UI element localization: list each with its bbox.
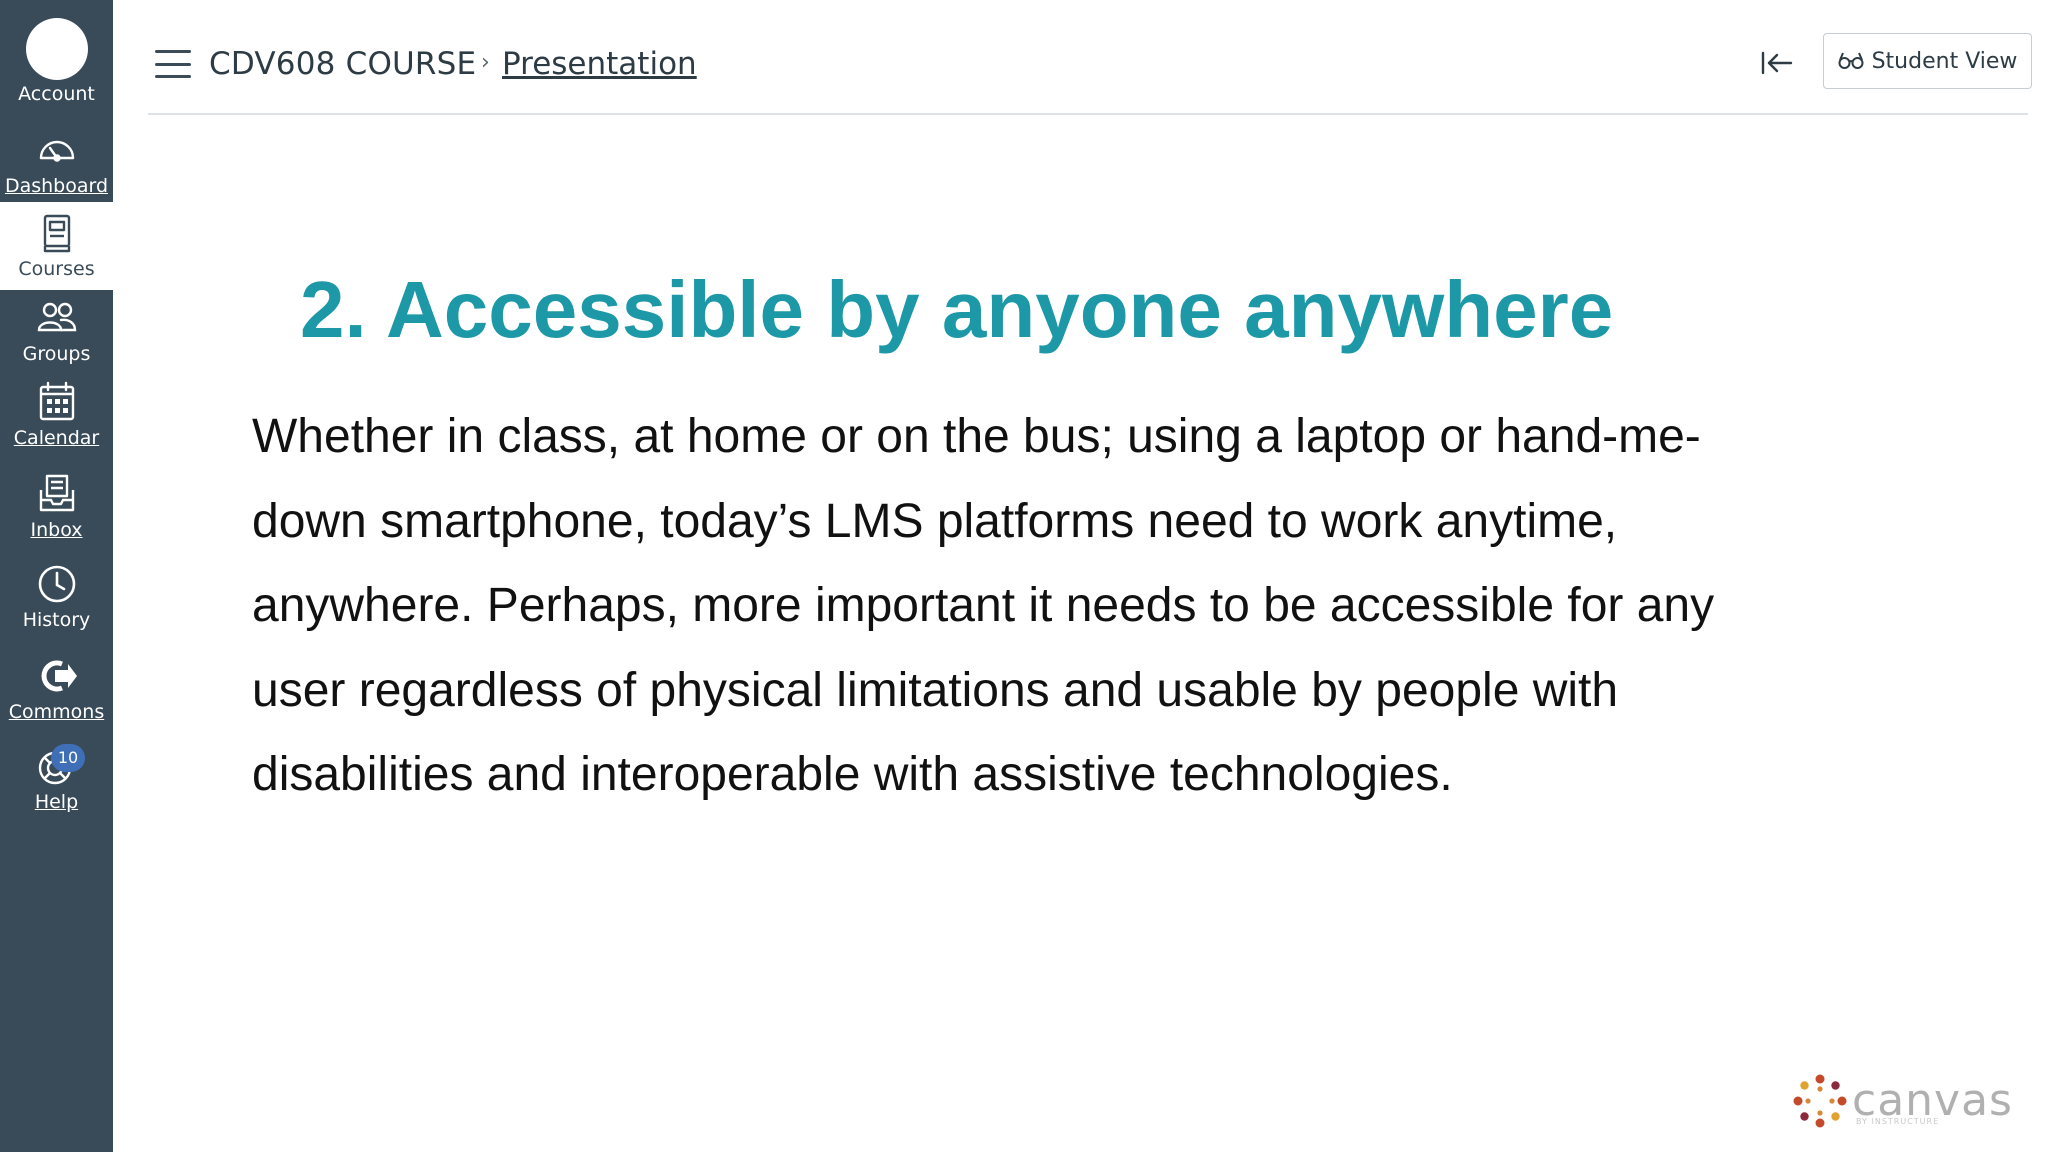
nav-account-label: Account <box>18 83 95 105</box>
breadcrumb-current-page[interactable]: Presentation <box>502 46 697 82</box>
breadcrumb-course[interactable]: CDV608 COURSE <box>209 46 476 82</box>
collapse-navigation-button[interactable] <box>1757 46 1797 80</box>
hamburger-icon <box>155 50 191 53</box>
nav-courses[interactable]: Courses <box>0 202 113 290</box>
nav-courses-label: Courses <box>18 258 95 280</box>
nav-history[interactable]: History <box>0 562 113 632</box>
inbox-icon <box>35 472 79 516</box>
student-view-label: Student View <box>1871 48 2018 74</box>
avatar[interactable] <box>25 18 88 80</box>
course-menu-toggle-button[interactable] <box>155 50 191 78</box>
nav-commons-label: Commons <box>8 701 105 723</box>
collapse-left-icon <box>1761 51 1793 75</box>
nav-help[interactable]: 10 Help <box>0 744 113 814</box>
nav-account[interactable]: Account <box>0 18 113 106</box>
canvas-logo-icon <box>1793 1074 1847 1128</box>
slide-title: 2. Accessible by anyone anywhere <box>300 265 1614 354</box>
nav-inbox-label: Inbox <box>30 519 83 541</box>
people-icon <box>35 296 79 340</box>
nav-groups[interactable]: Groups <box>0 296 113 366</box>
commons-arrow-icon <box>35 654 79 698</box>
nav-calendar[interactable]: Calendar <box>0 380 113 450</box>
calendar-icon <box>35 380 79 424</box>
canvas-logo-subtitle: BY INSTRUCTURE <box>1856 1117 1940 1126</box>
nav-dashboard-label: Dashboard <box>4 175 109 197</box>
nav-groups-label: Groups <box>22 343 91 365</box>
speedometer-icon <box>35 128 79 172</box>
student-view-button[interactable]: Student View <box>1823 33 2032 89</box>
nav-dashboard[interactable]: Dashboard <box>0 128 113 198</box>
nav-calendar-label: Calendar <box>13 427 100 449</box>
slide-body: Whether in class, at home or on the bus;… <box>252 395 1812 818</box>
slide-body-line: Whether in class, at home or on the bus;… <box>252 410 1701 463</box>
nav-history-label: History <box>22 609 91 631</box>
glasses-icon <box>1838 52 1864 69</box>
header-divider <box>148 113 2028 115</box>
nav-commons[interactable]: Commons <box>0 654 113 724</box>
slide-body-line: user regardless of physical limitations … <box>252 663 1619 717</box>
chevron-right-icon: › <box>481 50 490 75</box>
help-notification-badge: 10 <box>51 744 85 772</box>
global-navigation: Account Dashboard Courses Groups Calenda… <box>0 0 113 1152</box>
clock-icon <box>35 562 79 606</box>
slide-body-line: disabilities and interoperable with assi… <box>252 748 1453 801</box>
nav-help-label: Help <box>34 791 79 813</box>
nav-inbox[interactable]: Inbox <box>0 472 113 542</box>
slide-body-line: anywhere. Perhaps, more important it nee… <box>252 579 1715 632</box>
slide-body-line: down smartphone, today’s LMS platforms n… <box>252 494 1618 548</box>
canvas-logo: canvas BY INSTRUCTURE <box>1792 1073 2013 1129</box>
book-icon <box>35 211 79 255</box>
